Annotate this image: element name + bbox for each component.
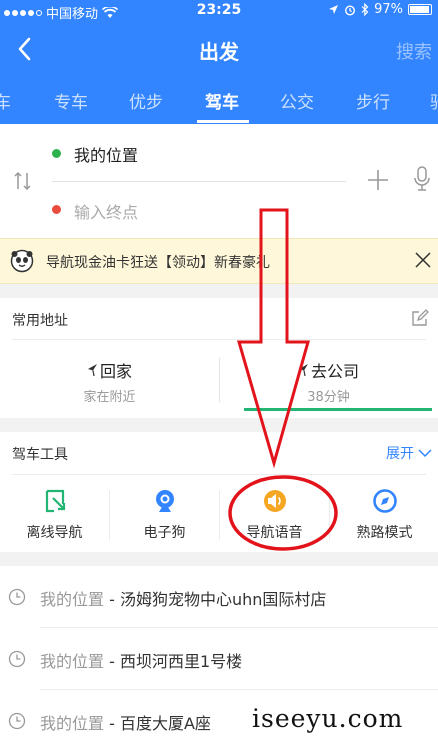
- top-bar: 中国移动 23:25 97% 出发 搜索 车 专车 优步 驾车 公交 步行 骑: [0, 0, 438, 124]
- swap-icon[interactable]: [12, 170, 34, 192]
- tab-zhuanche[interactable]: 专车: [54, 88, 88, 113]
- offline-nav-icon: [45, 489, 65, 513]
- section-title: 驾车工具: [12, 447, 68, 463]
- tool-label: 熟路模式: [356, 525, 413, 541]
- panda-logo-icon: [10, 249, 34, 273]
- history-item[interactable]: 我的位置 - 汤姆狗宠物中心uhn国际村店: [0, 566, 438, 628]
- work-label: 去公司: [310, 362, 359, 381]
- divider: [12, 339, 426, 340]
- promo-text: 导航现金油卡狂送【领动】新春豪礼: [46, 255, 270, 271]
- history-destination: 百度大厦A座: [119, 714, 211, 733]
- compass-icon: [372, 489, 397, 513]
- tool-voice[interactable]: 导航语音: [220, 488, 329, 542]
- tab-walk[interactable]: 步行: [356, 88, 390, 113]
- origin-field[interactable]: 我的位置: [74, 142, 138, 166]
- history-separator: -: [104, 652, 120, 671]
- history-destination: 西坝河西里1号楼: [119, 652, 243, 671]
- route-divider: [52, 181, 346, 182]
- expand-label: 展开: [386, 446, 414, 462]
- clock-icon: [8, 712, 26, 730]
- add-waypoint-icon[interactable]: [366, 168, 390, 192]
- tool-label: 离线导航: [26, 525, 83, 541]
- tab-partial-left[interactable]: 车: [0, 88, 11, 113]
- history-separator: -: [104, 590, 120, 609]
- history-origin: 我的位置: [40, 652, 105, 671]
- history-separator: -: [104, 714, 120, 733]
- navigate-arrow-icon: [87, 364, 97, 377]
- watermark: iseeyu.com: [252, 704, 404, 733]
- edit-icon[interactable]: [410, 308, 430, 328]
- frequent-addresses: 常用地址 回家 家在附近 去公司 38分钟: [0, 298, 438, 418]
- section-title: 常用地址: [12, 313, 68, 329]
- microphone-icon[interactable]: [414, 166, 430, 192]
- alarm-icon: [345, 4, 356, 16]
- promo-banner[interactable]: 导航现金油卡狂送【领动】新春豪礼: [0, 238, 438, 284]
- clock-icon: [8, 588, 26, 606]
- home-sub: 家在附近: [83, 390, 136, 405]
- active-tab-indicator: [197, 120, 249, 123]
- divider: [12, 474, 426, 475]
- search-button[interactable]: 搜索: [396, 38, 432, 64]
- tab-driving[interactable]: 驾车: [205, 88, 239, 113]
- clock-icon: [8, 650, 26, 668]
- battery-icon: [408, 4, 432, 15]
- status-bar: 中国移动 23:25 97%: [0, 0, 438, 22]
- camera-dog-icon: [155, 490, 174, 512]
- driving-tools: 驾车工具 展开 离线导航 电子狗 导航语音 熟路模式: [0, 432, 438, 552]
- navigate-arrow-icon: [298, 364, 308, 377]
- speaker-icon: [263, 490, 286, 512]
- history-item[interactable]: 我的位置 - 西坝河西里1号楼: [0, 628, 438, 690]
- history-origin: 我的位置: [40, 714, 105, 733]
- tool-label: 电子狗: [143, 525, 186, 541]
- home-label: 回家: [99, 362, 132, 381]
- home-shortcut[interactable]: 回家 家在附近: [0, 358, 219, 405]
- tool-offline-nav[interactable]: 离线导航: [0, 488, 109, 542]
- destination-field[interactable]: 输入终点: [74, 199, 138, 223]
- work-sub: 38分钟: [307, 390, 350, 405]
- tab-bus[interactable]: 公交: [280, 88, 314, 113]
- history-destination: 汤姆狗宠物中心uhn国际村店: [119, 590, 327, 609]
- tool-familiar-route[interactable]: 熟路模式: [330, 488, 438, 542]
- battery-percent: 97%: [374, 2, 403, 17]
- origin-dot: [52, 149, 61, 158]
- route-input-card: 我的位置 输入终点: [0, 124, 438, 238]
- location-arrow-icon: [329, 5, 339, 14]
- bluetooth-icon: [361, 3, 369, 16]
- close-icon[interactable]: [414, 251, 432, 269]
- tool-e-dog[interactable]: 电子狗: [110, 488, 219, 542]
- tab-partial-right[interactable]: 骑: [430, 88, 438, 113]
- work-shortcut[interactable]: 去公司 38分钟: [219, 358, 438, 405]
- chevron-down-icon: [418, 448, 432, 457]
- expand-button[interactable]: 展开: [386, 443, 432, 463]
- tab-youbu[interactable]: 优步: [129, 88, 163, 113]
- history-origin: 我的位置: [40, 590, 105, 609]
- transport-tabs: 车 专车 优步 驾车 公交 步行 骑: [0, 80, 438, 124]
- page-title: 出发: [199, 40, 239, 64]
- tool-label: 导航语音: [246, 525, 303, 541]
- work-selected-indicator: [244, 408, 432, 411]
- destination-dot: [52, 205, 61, 214]
